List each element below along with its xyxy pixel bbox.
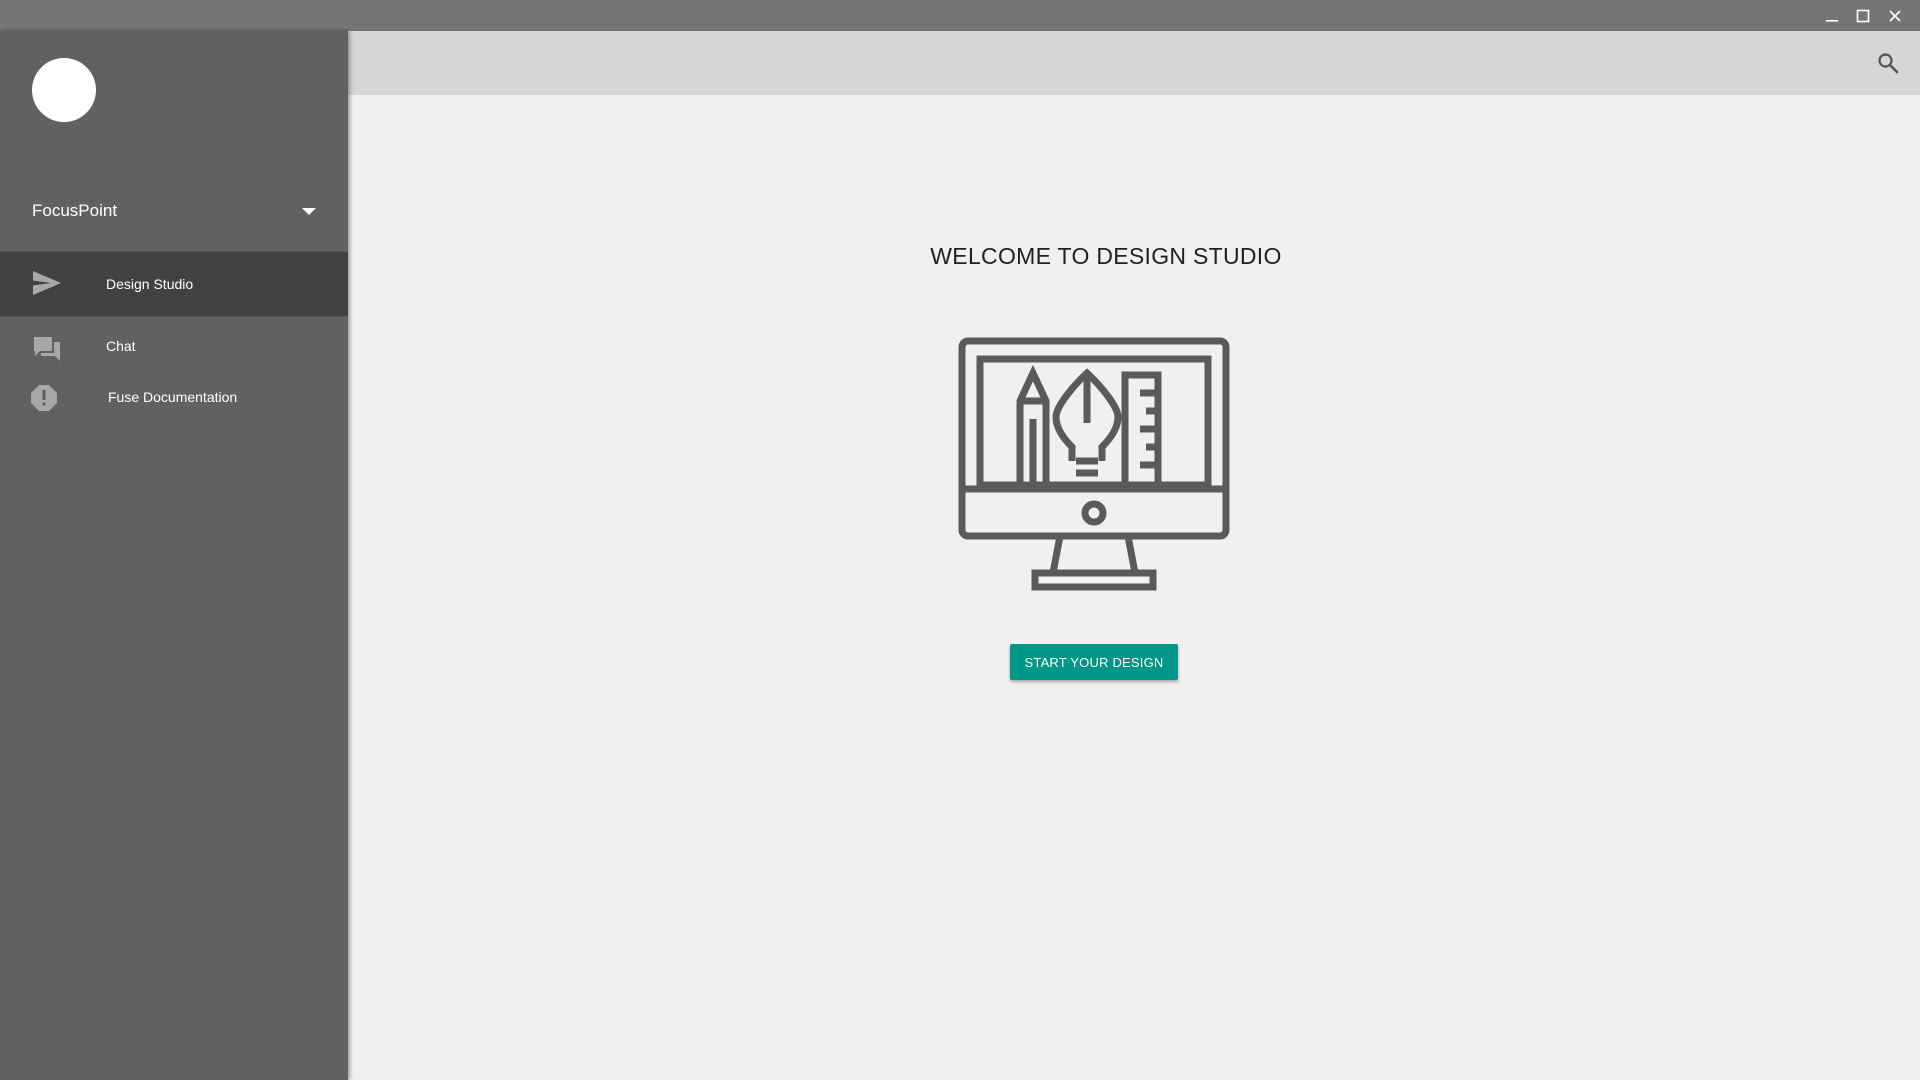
minimize-icon[interactable] xyxy=(1820,4,1844,28)
main-content: WELCOME TO DESIGN STUDIO START YOUR DESI… xyxy=(348,95,1920,1080)
sidebar-item-design-studio[interactable]: Design Studio xyxy=(0,251,348,317)
maximize-icon[interactable] xyxy=(1851,4,1875,28)
sidebar-item-label: Fuse Documentation xyxy=(108,389,238,405)
start-your-design-button[interactable]: START YOUR DESIGN xyxy=(1010,644,1178,680)
design-monitor-icon xyxy=(958,337,1230,604)
chevron-down-icon xyxy=(302,207,316,215)
sidebar-item-label: Design Studio xyxy=(106,276,194,292)
alert-octagon-icon xyxy=(29,383,59,413)
close-icon[interactable] xyxy=(1883,4,1907,28)
send-icon xyxy=(32,268,62,298)
page-title: WELCOME TO DESIGN STUDIO xyxy=(930,243,1282,269)
window-titlebar xyxy=(0,0,1920,31)
sidebar-item-fuse-documentation[interactable]: Fuse Documentation xyxy=(0,377,348,425)
sidebar-item-label: Chat xyxy=(106,338,136,354)
app-window: FocusPoint Design Studio Chat Fuse Docum… xyxy=(0,0,1920,1080)
account-name: FocusPoint xyxy=(32,201,118,220)
avatar[interactable] xyxy=(32,58,96,122)
top-toolbar xyxy=(348,31,1920,95)
sidebar-item-chat[interactable]: Chat xyxy=(0,324,348,372)
sidebar: FocusPoint Design Studio Chat Fuse Docum… xyxy=(0,31,348,1080)
search-icon[interactable] xyxy=(1876,51,1900,75)
account-switcher[interactable]: FocusPoint xyxy=(32,191,322,231)
chat-icon xyxy=(32,334,62,364)
